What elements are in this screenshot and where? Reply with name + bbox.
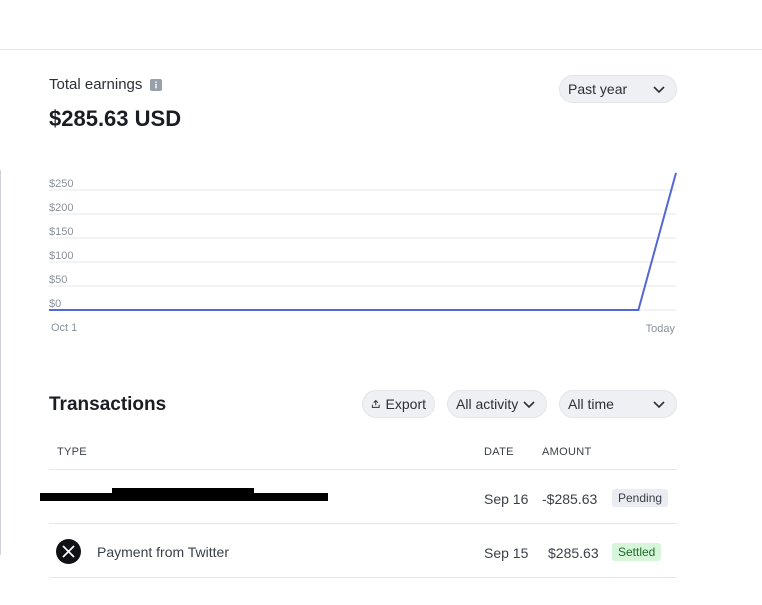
activity-filter[interactable]: All activity: [447, 390, 547, 418]
export-icon: [371, 399, 380, 408]
x-tick-start: Oct 1: [51, 322, 77, 334]
time-filter[interactable]: All time: [559, 390, 677, 418]
y-axis-ticks: $250 $200 $150 $100 $50 $0: [49, 178, 73, 310]
export-button[interactable]: Export: [362, 390, 435, 418]
transactions-title: Transactions: [49, 394, 167, 415]
redacted-text: [40, 493, 328, 501]
status-badge: Settled: [612, 543, 662, 561]
info-icon[interactable]: [150, 78, 163, 91]
y-tick-label: $100: [49, 250, 73, 262]
chart-grid: [49, 189, 676, 311]
total-earnings-title: Total earnings: [49, 76, 143, 93]
y-tick-label: $200: [49, 202, 73, 214]
y-tick-label: $150: [49, 226, 73, 238]
x-logo-icon: [56, 539, 81, 564]
row-type: Payment from Twitter: [97, 544, 230, 560]
column-header-type: TYPE: [57, 446, 87, 458]
column-header-amount: AMOUNT: [542, 446, 592, 458]
row-date: Sep 16: [484, 491, 529, 507]
chevron-down-icon: [653, 401, 665, 409]
period-select[interactable]: Past year: [559, 75, 677, 103]
export-label: Export: [385, 396, 426, 412]
chevron-down-icon: [653, 86, 665, 94]
chevron-down-icon: [523, 401, 535, 409]
y-tick-label: $250: [49, 178, 73, 190]
earnings-chart: $250 $200 $150 $100 $50 $0 Oct 1 Today: [49, 172, 677, 335]
row-amount: $285.63: [548, 545, 599, 561]
column-header-date: DATE: [484, 446, 514, 458]
redacted-text: [112, 488, 254, 494]
time-filter-value: All time: [568, 396, 614, 412]
table-divider: [49, 577, 677, 578]
y-tick-label: $50: [49, 274, 67, 286]
x-tick-end: Today: [646, 323, 676, 335]
total-earnings-amount: $285.63 USD: [49, 106, 182, 131]
table-divider: [49, 523, 677, 524]
table-divider: [49, 469, 677, 470]
y-tick-label: $0: [49, 298, 61, 310]
period-select-value: Past year: [568, 81, 628, 97]
status-badge: Pending: [612, 489, 669, 507]
activity-filter-value: All activity: [456, 396, 519, 412]
total-earnings-label: Total earnings: [49, 76, 163, 93]
earnings-line: [49, 172, 677, 311]
row-date: Sep 15: [484, 545, 529, 561]
top-bar: [0, 0, 762, 50]
row-amount: -$285.63: [542, 491, 598, 507]
